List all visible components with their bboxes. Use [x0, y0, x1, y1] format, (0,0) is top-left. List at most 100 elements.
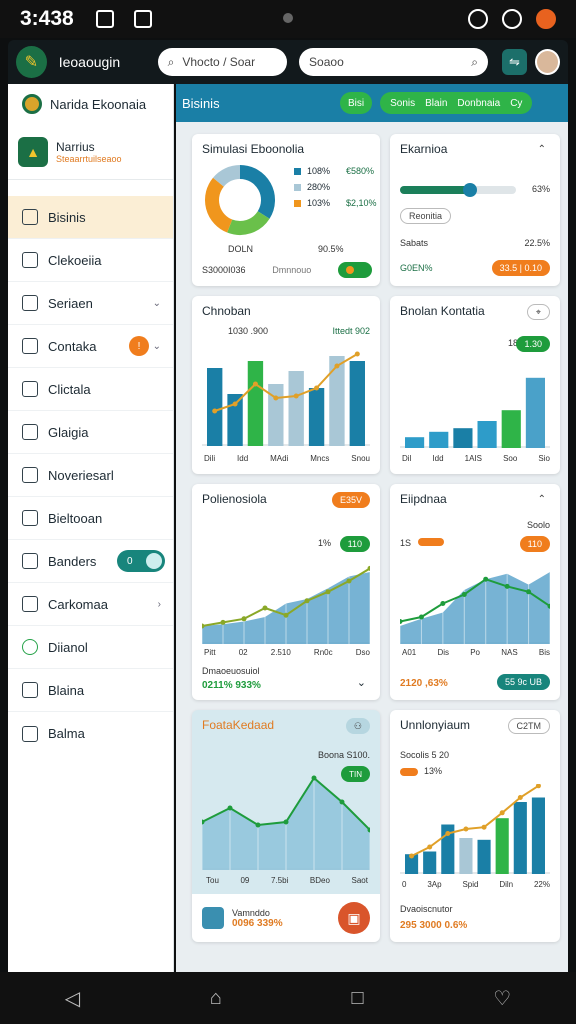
bar [288, 371, 304, 446]
stat-label: Sabats [400, 238, 429, 248]
x-tick-label: Spid [462, 880, 479, 889]
chevron-right-icon[interactable]: › [158, 599, 161, 610]
donut-slice [213, 165, 241, 187]
sidebar-item-contaka[interactable]: Contaka ! ⌄ [8, 325, 173, 368]
card-unnlonyiaum[interactable]: Unnlonyiaum C2TM Socolis 5 20 13% 0 3Ap … [390, 710, 560, 942]
sidebar-item-balma[interactable]: Balma [8, 712, 173, 755]
sidebar-item-clekoeiia[interactable]: Clekoeiia [8, 239, 173, 282]
card-ekarnioa[interactable]: Ekarnioa ⌃ 63% Reonitia Sabats 22.5% G0E… [390, 134, 560, 286]
x-tick-label: 02 [238, 648, 248, 657]
tab-cy[interactable]: Cy [506, 98, 526, 109]
card-footer-pill[interactable]: 55 9c UB [496, 674, 550, 690]
tab-donbnaia[interactable]: Donbnaia [453, 98, 504, 109]
back-icon[interactable]: ◁ [65, 986, 80, 1011]
x-tick-label: Dis [437, 648, 449, 657]
stat-pill[interactable]: 33.5 | 0.10 [491, 260, 550, 276]
x-tick-label: 09 [240, 876, 250, 885]
card-simulasi[interactable]: Simulasi Eboonolia 108% €580% 280% 103% … [192, 134, 380, 286]
options-button[interactable]: ⌖ [526, 304, 550, 320]
tab-sonis[interactable]: Sonis [386, 98, 419, 109]
chart-pill[interactable]: 110 [339, 536, 370, 552]
legend-swatch [294, 167, 301, 175]
user-avatar[interactable] [534, 49, 560, 75]
chart-percent: 1% [318, 538, 332, 548]
sidebar-item-blaina[interactable]: Blaina [8, 669, 173, 712]
sidebar-item-carkomaa[interactable]: Carkomaa › [8, 583, 173, 626]
assistant-icon[interactable]: ♡ [493, 986, 511, 1011]
sidebar-item-diianol[interactable]: Diianol [8, 626, 173, 669]
sidebar-profile[interactable]: ▲ Narrius Steaarrtuilseaoo [8, 124, 173, 180]
card-polienosiola[interactable]: Polienosiola E35V 1% 110 Pitt 02 2.510 R… [192, 484, 380, 700]
legend-item: 280% [294, 182, 377, 192]
x-tick-label: Snou [351, 454, 370, 463]
banders-toggle[interactable]: 0 [117, 550, 165, 572]
card-chnoban[interactable]: Chnoban 1030 .900 Ittedt 902 Dili Idd MA… [192, 296, 380, 474]
app-logo-icon[interactable]: ✎ [16, 46, 47, 78]
home-icon[interactable]: ⌂ [210, 987, 222, 1010]
series-point [346, 578, 352, 584]
x-axis-labels: Dili Idd MAdi Mncs Snou [204, 454, 370, 463]
sidebar-item-label: Diianol [48, 639, 88, 655]
x-tick-label: Saot [351, 876, 368, 885]
chart-top-right: Ittedt 902 [332, 326, 370, 336]
trend-point [212, 408, 218, 414]
card-eiipdnaa[interactable]: Eiipdnaa ⌃ Soolo 1S 110 A01 Dis Po NAS B… [390, 484, 560, 700]
chevron-down-icon[interactable]: ⌄ [357, 676, 366, 689]
recents-icon[interactable]: □ [352, 987, 364, 1010]
x-tick-label: Dso [355, 648, 370, 657]
bar [349, 361, 365, 446]
legend-label: 280% [307, 182, 331, 192]
sidebar-item-banders[interactable]: Banders 0 [8, 540, 173, 583]
chip-bisi[interactable]: Bisi [340, 92, 373, 114]
gift-icon[interactable]: ▣ [338, 902, 370, 934]
stat-label: G0EN% [400, 263, 433, 273]
x-tick-label: MAdi [270, 454, 289, 463]
chevron-down-icon[interactable]: ⌄ [153, 298, 161, 309]
chevron-up-icon[interactable]: ⌃ [538, 144, 546, 155]
sidebar-item-seriaen[interactable]: Seriaen ⌄ [8, 282, 173, 325]
sidebar-item-noveriesarl[interactable]: Noveriesarl [8, 454, 173, 497]
sidebar-item-glaigia[interactable]: Glaigia [8, 411, 173, 454]
camera-cutout [283, 13, 293, 23]
x-tick-label: 22% [533, 880, 550, 889]
folder-icon [22, 295, 38, 311]
network-icon [468, 9, 488, 29]
card-bnolan-kontatia[interactable]: Bnolan Kontatia ⌖ 18 1.30 Dil Idd 1AIS S… [390, 296, 560, 474]
legend-value: $2,10% [346, 198, 377, 208]
x-tick-label: Mncs [310, 454, 330, 463]
sidebar-item-label: Carkomaa [48, 596, 108, 612]
reonitia-badge[interactable]: Reonitia [400, 208, 452, 224]
card-badge[interactable]: C2TM [507, 718, 550, 734]
slider-handle[interactable] [462, 183, 477, 197]
slider-fill [400, 186, 470, 194]
x-tick-label: NAS [501, 648, 518, 657]
sidebar-item-clictala[interactable]: Clictala [8, 368, 173, 411]
x-axis-labels: A01 Dis Po NAS Bis [402, 648, 550, 657]
search-input-secondary[interactable]: Soaoo ⌕ [299, 48, 488, 76]
chart-pill[interactable]: 110 [519, 536, 550, 552]
sidebar-item-bieltooan[interactable]: Bieltooan [8, 497, 173, 540]
chevron-down-icon[interactable]: ⌄ [153, 341, 161, 352]
share-button[interactable]: ⚇ [345, 718, 370, 734]
bar-chart [202, 351, 370, 446]
footer-toggle[interactable] [337, 262, 372, 278]
card-badge[interactable]: E35V [331, 492, 370, 508]
search-input-primary[interactable]: ⌕ Vhocto / Soar [157, 48, 288, 76]
bar [329, 356, 345, 446]
pencil-icon [22, 381, 38, 397]
trend-point [481, 824, 487, 830]
x-tick-label: Bis [538, 648, 550, 657]
chart-pill[interactable]: 1.30 [516, 336, 550, 352]
tab-blain[interactable]: Blain [421, 98, 451, 109]
slider[interactable] [400, 183, 516, 197]
trend-point [232, 401, 238, 407]
filter-button[interactable]: ⇋ [501, 49, 527, 75]
sidebar-item-bisinis[interactable]: Bisinis [8, 196, 173, 239]
chart-legend-pill [400, 768, 418, 776]
chevron-up-icon[interactable]: ⌃ [538, 494, 546, 505]
series-point [311, 775, 317, 781]
sidebar-item-label: Glaigia [48, 424, 89, 440]
card-foatakedaad[interactable]: FoataKedaad ⚇ Boona S100. TIN Tou 09 7.5… [192, 710, 380, 942]
chart-percent: 13% [424, 766, 443, 776]
area-chart [202, 775, 370, 870]
